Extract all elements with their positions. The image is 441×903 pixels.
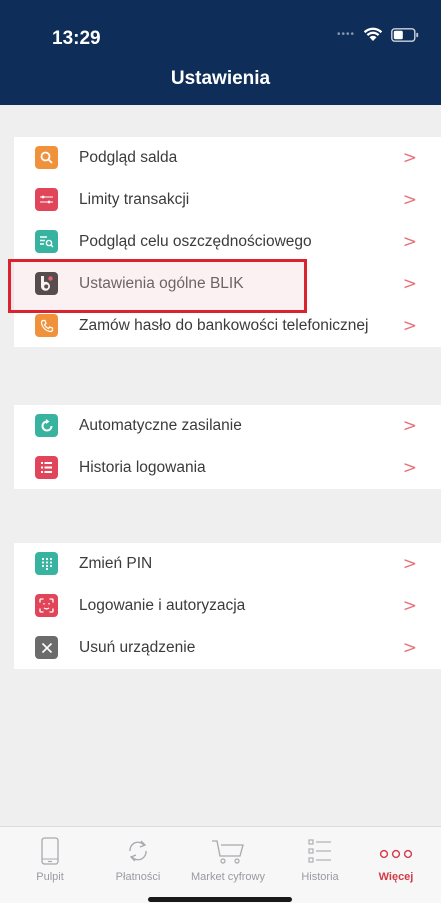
keypad-icon	[35, 552, 58, 575]
app-header: 13:29 •••• Ustawienia	[0, 0, 441, 105]
settings-item-login-and-authorization[interactable]: Logowanie i autoryzacja >	[14, 585, 441, 627]
chevron-right-icon: >	[402, 554, 417, 574]
tab-more[interactable]: Więcej	[366, 827, 426, 903]
refresh-icon	[35, 414, 58, 437]
settings-item-remove-device[interactable]: Usuń urządzenie >	[14, 627, 441, 669]
settings-group-security: Zmień PIN > Logowanie i autoryzacja > Us…	[14, 543, 441, 669]
tab-pulpit[interactable]: Pulpit	[20, 827, 80, 903]
settings-item-blik-general-settings[interactable]: Ustawienia ogólne BLIK >	[14, 263, 441, 305]
more-dots-icon	[379, 833, 413, 865]
cart-icon	[211, 833, 245, 865]
tab-label: Więcej	[378, 871, 414, 883]
chevron-right-icon: >	[402, 638, 417, 658]
status-time: 13:29	[52, 28, 101, 49]
tab-payments[interactable]: Płatności	[103, 827, 173, 903]
settings-item-label: Limity transakcji	[79, 191, 190, 208]
tab-history[interactable]: Historia	[290, 827, 350, 903]
tab-label: Market cyfrowy	[191, 871, 265, 883]
history-list-icon	[308, 833, 332, 865]
close-icon	[35, 636, 58, 659]
chevron-right-icon: >	[402, 596, 417, 616]
blik-icon	[35, 272, 58, 295]
settings-item-label: Podgląd salda	[79, 149, 178, 166]
savings-goal-icon	[35, 230, 58, 253]
phone-device-icon	[41, 833, 59, 865]
settings-item-label: Zamów hasło do bankowości telefonicznej	[79, 317, 369, 334]
settings-item-label: Podgląd celu oszczędnościowego	[79, 233, 312, 250]
signal-icon: ••••	[336, 29, 355, 40]
settings-item-login-history[interactable]: Historia logowania >	[14, 447, 441, 489]
settings-item-balance-preview[interactable]: Podgląd salda >	[14, 137, 441, 179]
transfer-arrows-icon	[125, 833, 151, 865]
settings-item-label: Zmień PIN	[79, 555, 153, 572]
page-title: Ustawienia	[170, 68, 271, 89]
settings-group-account: Podgląd salda > Limity transakcji > Podg…	[14, 137, 441, 347]
chevron-right-icon: >	[402, 316, 417, 336]
settings-item-label: Usuń urządzenie	[79, 639, 196, 656]
tab-label: Historia	[301, 871, 339, 883]
status-bar: 13:29 ••••	[0, 0, 441, 60]
list-icon	[35, 456, 58, 479]
settings-item-label: Historia logowania	[79, 459, 206, 476]
chevron-right-icon: >	[402, 232, 417, 252]
sliders-icon	[35, 188, 58, 211]
settings-item-transaction-limits[interactable]: Limity transakcji >	[14, 179, 441, 221]
settings-group-funding: Automatyczne zasilanie > Historia logowa…	[14, 405, 441, 489]
status-icons: ••••	[337, 27, 419, 42]
settings-item-label: Logowanie i autoryzacja	[79, 597, 246, 614]
chevron-right-icon: >	[402, 190, 417, 210]
settings-item-label: Ustawienia ogólne BLIK	[79, 275, 244, 292]
phone-icon	[35, 314, 58, 337]
face-id-icon	[35, 594, 58, 617]
settings-item-order-phone-banking-password[interactable]: Zamów hasło do bankowości telefonicznej …	[14, 305, 441, 347]
tab-label: Pulpit	[36, 871, 64, 883]
bottom-tab-bar: Pulpit Płatności Market cyfrowy Historia…	[0, 826, 441, 903]
settings-item-change-pin[interactable]: Zmień PIN >	[14, 543, 441, 585]
wifi-icon	[363, 27, 383, 42]
tab-label: Płatności	[115, 871, 161, 883]
chevron-right-icon: >	[402, 148, 417, 168]
tab-digital-market[interactable]: Market cyfrowy	[183, 827, 273, 903]
chevron-right-icon: >	[402, 458, 417, 478]
search-icon	[35, 146, 58, 169]
chevron-right-icon: >	[402, 274, 417, 294]
settings-item-savings-goal-preview[interactable]: Podgląd celu oszczędnościowego >	[14, 221, 441, 263]
settings-item-auto-funding[interactable]: Automatyczne zasilanie >	[14, 405, 441, 447]
chevron-right-icon: >	[402, 416, 417, 436]
battery-icon	[391, 27, 419, 42]
home-indicator	[148, 897, 292, 902]
settings-item-label: Automatyczne zasilanie	[79, 417, 242, 434]
